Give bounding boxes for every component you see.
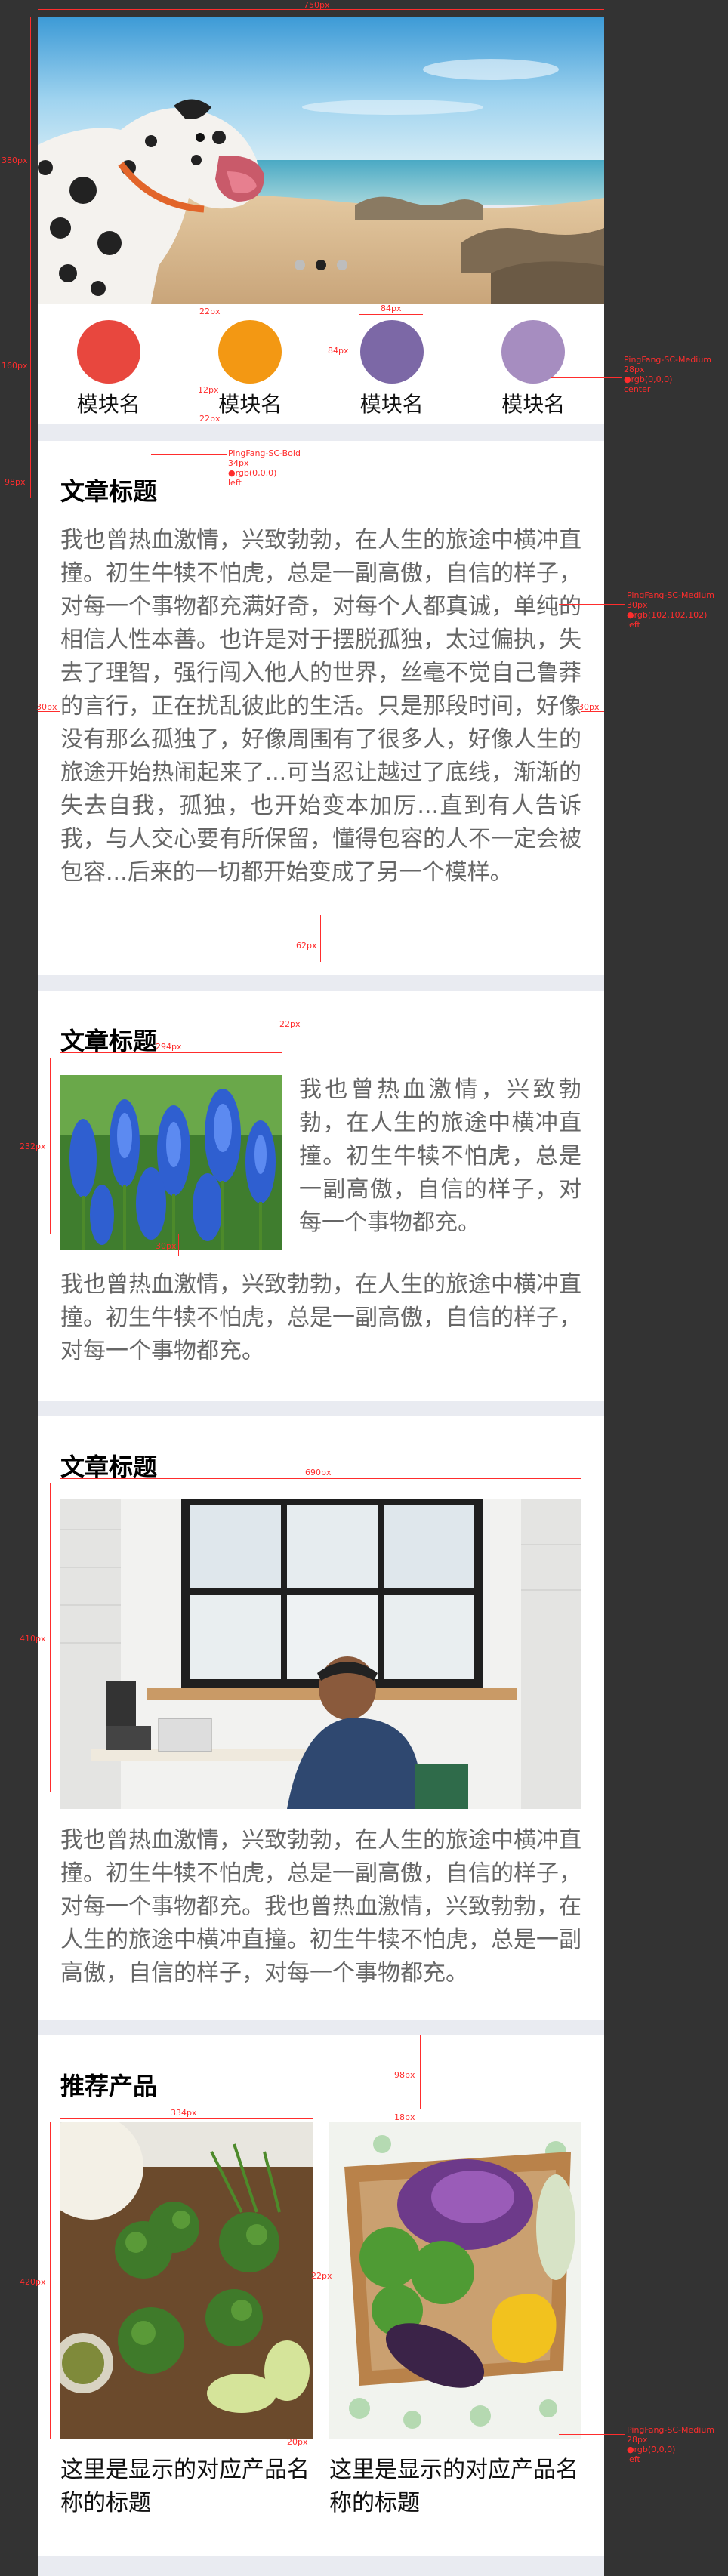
product-card[interactable]: 这里是显示的对应产品名称的标题 <box>60 2122 313 2520</box>
annotation-font-spec: PingFang-SC-Medium 30px ●rgb(102,102,102)… <box>627 590 714 630</box>
module-icon <box>501 320 566 384</box>
annotation-line <box>30 17 31 304</box>
module-icon <box>218 320 282 384</box>
module-grid: 模块名 模块名 模块名 模块名 <box>38 304 604 424</box>
annotation-line <box>30 304 31 424</box>
module-item[interactable]: 模块名 <box>56 320 162 417</box>
annotation-width: 750px <box>304 0 330 10</box>
module-label: 模块名 <box>218 392 282 417</box>
annotation-font-spec: PingFang-SC-Medium 28px ●rgb(0,0,0) center <box>624 355 711 394</box>
annotation-font-spec: PingFang-SC-Medium 28px ●rgb(0,0,0) left <box>627 2425 714 2464</box>
module-icon <box>359 320 424 384</box>
annotation-line <box>38 9 604 10</box>
module-label: 模块名 <box>76 392 140 417</box>
module-item[interactable]: 模块名 <box>480 320 586 417</box>
article-body: 我也曾热血激情，兴致勃勃，在人生的旅途中横冲直撞。初生牛犊不怕虎，总是一副高傲，… <box>60 527 581 886</box>
article-body: 我也曾热血激情，兴致勃勃，在人生的旅途中横冲直撞。初生牛犊不怕虎，总是一副高傲，… <box>60 1271 581 1364</box>
article-title: 文章标题 <box>60 477 158 506</box>
carousel-dot-active[interactable] <box>316 260 326 270</box>
carousel-dot[interactable] <box>295 260 305 270</box>
section-title: 推荐产品 <box>60 2072 158 2100</box>
product-image <box>329 2122 581 2439</box>
product-title: 这里是显示的对应产品名称的标题 <box>329 2457 578 2516</box>
annotation-height: 160px <box>2 361 28 371</box>
annotation-line <box>30 424 31 498</box>
module-item[interactable]: 模块名 <box>339 320 445 417</box>
article-title: 文章标题 <box>60 1453 158 1481</box>
article-title: 文章标题 <box>60 1027 158 1055</box>
recommended-products: 推荐产品 这里是显示的对应产品名称的标题 这里是显示的对应产品名称的标题 <box>38 2035 604 2556</box>
product-card[interactable]: 这里是显示的对应产品名称的标题 <box>329 2122 581 2520</box>
article-card-image-full[interactable]: 文章标题 我也曾热血激情，兴致勃勃，在人生的旅途中横冲直撞。初生牛犊不怕虎，总是… <box>38 1416 604 2020</box>
article-card-text[interactable]: 文章标题 我也曾热血激情，兴致勃勃，在人生的旅途中横冲直撞。初生牛犊不怕虎，总是… <box>38 441 604 975</box>
product-image <box>60 2122 313 2439</box>
module-label: 模块名 <box>501 392 566 417</box>
article-card-image-left[interactable]: 文章标题 我也曾热血激情，兴致勃勃，在人生的旅途中横冲直撞。初生牛犊不怕虎，总是… <box>38 991 604 1401</box>
module-label: 模块名 <box>359 392 424 417</box>
product-title: 这里是显示的对应产品名称的标题 <box>60 2457 310 2516</box>
carousel-dot[interactable] <box>337 260 347 270</box>
annotation-height: 98px <box>5 477 26 487</box>
carousel-indicator <box>38 260 604 270</box>
module-item[interactable]: 模块名 <box>197 320 303 417</box>
article-body: 我也曾热血激情，兴致勃勃，在人生的旅途中横冲直撞。初生牛犊不怕虎，总是一副高傲，… <box>60 1827 581 1986</box>
banner-carousel[interactable] <box>38 17 604 304</box>
page: 模块名 模块名 模块名 模块名 文章标题 我也曾热血激情，兴致勃勃，在人生的旅途… <box>38 17 604 2576</box>
module-icon <box>76 320 140 384</box>
article-cover-image <box>60 1499 581 1809</box>
annotation-height: 380px <box>2 156 28 165</box>
article-thumbnail <box>60 1075 282 1250</box>
article-summary: 我也曾热血激情，兴致勃勃，在人生的旅途中横冲直撞。初生牛犊不怕虎，总是一副高傲，… <box>299 1077 581 1236</box>
